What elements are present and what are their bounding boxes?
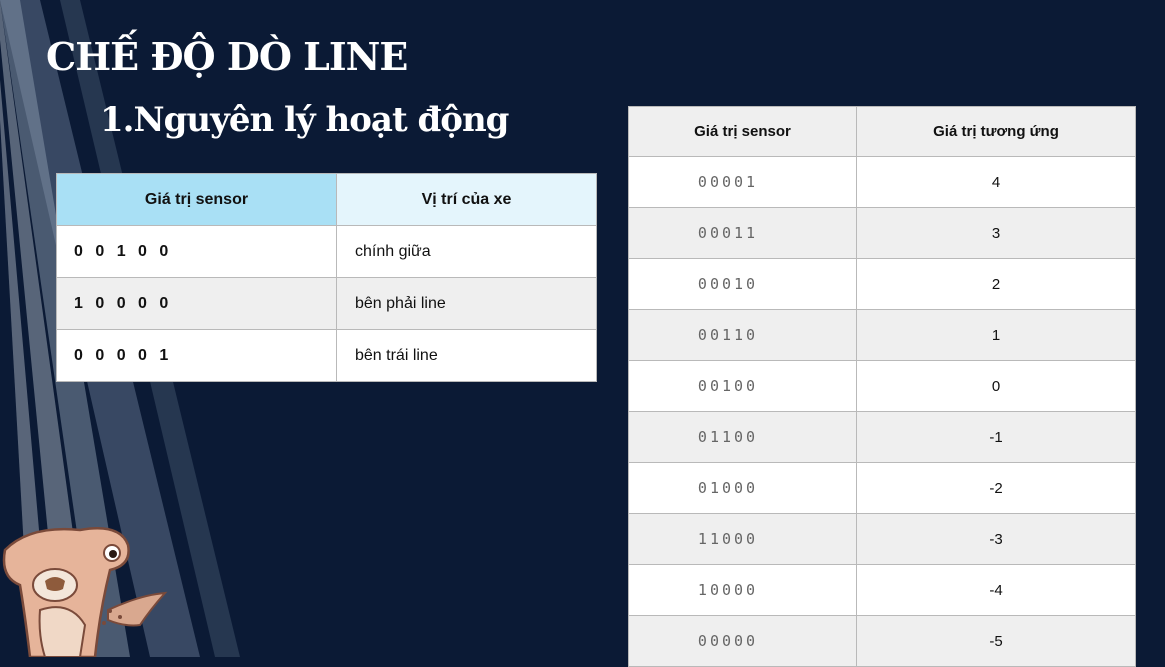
sensor-cell: 1 0 0 0 0 bbox=[56, 277, 337, 330]
table-header-row: Giá trị sensor Vị trí của xe bbox=[56, 173, 597, 226]
header-sensor: Giá trị sensor bbox=[56, 173, 337, 226]
sensor-cell: 0 0 1 0 0 bbox=[56, 225, 337, 278]
header-position: Vị trí của xe bbox=[336, 173, 597, 226]
sensor-cell: 00011 bbox=[628, 207, 857, 259]
header-value: Giá trị tương ứng bbox=[856, 106, 1136, 157]
value-cell: 1 bbox=[856, 309, 1136, 361]
sensor-cell: 0 0 0 0 1 bbox=[56, 329, 337, 382]
table-row: 00001 4 bbox=[628, 156, 1136, 208]
header-sensor: Giá trị sensor bbox=[628, 106, 857, 157]
value-cell: 2 bbox=[856, 258, 1136, 310]
sensor-value-table: Giá trị sensor Giá trị tương ứng 00001 4… bbox=[628, 106, 1136, 667]
position-cell: bên trái line bbox=[336, 329, 597, 382]
table-row: 00000 -5 bbox=[628, 615, 1136, 667]
value-cell: 0 bbox=[856, 360, 1136, 412]
hammerhead-shark-mascot-icon bbox=[2, 527, 168, 657]
table-row: 01100 -1 bbox=[628, 411, 1136, 463]
slide-title: CHẾ ĐỘ DÒ LINE bbox=[46, 34, 408, 79]
sensor-cell: 01100 bbox=[628, 411, 857, 463]
table-row: 00100 0 bbox=[628, 360, 1136, 412]
sensor-cell: 00010 bbox=[628, 258, 857, 310]
table-row: 00011 3 bbox=[628, 207, 1136, 259]
sensor-cell: 11000 bbox=[628, 513, 857, 565]
table-row: 00010 2 bbox=[628, 258, 1136, 310]
table-row: 10000 -4 bbox=[628, 564, 1136, 616]
sensor-cell: 01000 bbox=[628, 462, 857, 514]
table-row: 1 0 0 0 0 bên phải line bbox=[56, 277, 597, 330]
sensor-cell: 00110 bbox=[628, 309, 857, 361]
table-row: 11000 -3 bbox=[628, 513, 1136, 565]
position-cell: chính giữa bbox=[336, 225, 597, 278]
slide-subtitle: 1.Nguyên lý hoạt động bbox=[100, 100, 509, 140]
table-header-row: Giá trị sensor Giá trị tương ứng bbox=[628, 106, 1136, 157]
table-row: 00110 1 bbox=[628, 309, 1136, 361]
table-row: 0 0 0 0 1 bên trái line bbox=[56, 329, 597, 382]
table-row: 01000 -2 bbox=[628, 462, 1136, 514]
sensor-cell: 00100 bbox=[628, 360, 857, 412]
value-cell: 3 bbox=[856, 207, 1136, 259]
sensor-cell: 10000 bbox=[628, 564, 857, 616]
value-cell: -5 bbox=[856, 615, 1136, 667]
sensor-position-table: Giá trị sensor Vị trí của xe 0 0 1 0 0 c… bbox=[56, 173, 597, 382]
value-cell: -1 bbox=[856, 411, 1136, 463]
table-row: 0 0 1 0 0 chính giữa bbox=[56, 225, 597, 278]
sensor-cell: 00000 bbox=[628, 615, 857, 667]
value-cell: -3 bbox=[856, 513, 1136, 565]
position-cell: bên phải line bbox=[336, 277, 597, 330]
value-cell: -2 bbox=[856, 462, 1136, 514]
sensor-cell: 00001 bbox=[628, 156, 857, 208]
value-cell: 4 bbox=[856, 156, 1136, 208]
value-cell: -4 bbox=[856, 564, 1136, 616]
